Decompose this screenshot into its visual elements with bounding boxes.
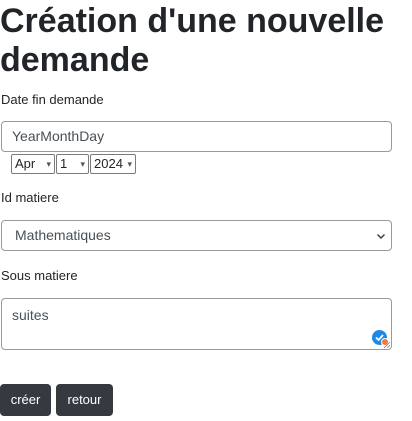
chevron-down-icon: ▾	[80, 159, 85, 169]
create-button[interactable]: créer	[0, 384, 51, 416]
chevron-down-icon: ▾	[127, 159, 132, 169]
chevron-down-icon	[377, 234, 385, 239]
month-value: Apr	[15, 156, 36, 171]
month-select[interactable]: Apr ▾	[11, 154, 55, 174]
page: Création d'une nouvelle demande Date fin…	[0, 0, 412, 421]
sous-matiere-label: Sous matiere	[1, 268, 78, 283]
year-select[interactable]: 2024 ▾	[90, 154, 136, 174]
year-value: 2024	[94, 156, 123, 171]
matiere-value: Mathematiques	[15, 227, 111, 243]
sous-matiere-textarea[interactable]: suites	[1, 298, 392, 350]
day-select[interactable]: 1 ▾	[56, 154, 89, 174]
date-input[interactable]: YearMonthDay	[1, 121, 392, 152]
sous-matiere-value: suites	[12, 307, 49, 323]
date-label: Date fin demande	[1, 92, 104, 107]
back-button[interactable]: retour	[56, 384, 113, 416]
page-title: Création d'une nouvelle demande	[0, 2, 385, 79]
matiere-select[interactable]: Mathematiques	[1, 220, 392, 251]
chevron-down-icon: ▾	[46, 159, 51, 169]
day-value: 1	[60, 156, 68, 171]
date-placeholder: YearMonthDay	[12, 128, 105, 144]
matiere-label: Id matiere	[1, 190, 59, 205]
resize-handle-icon[interactable]	[384, 342, 390, 348]
